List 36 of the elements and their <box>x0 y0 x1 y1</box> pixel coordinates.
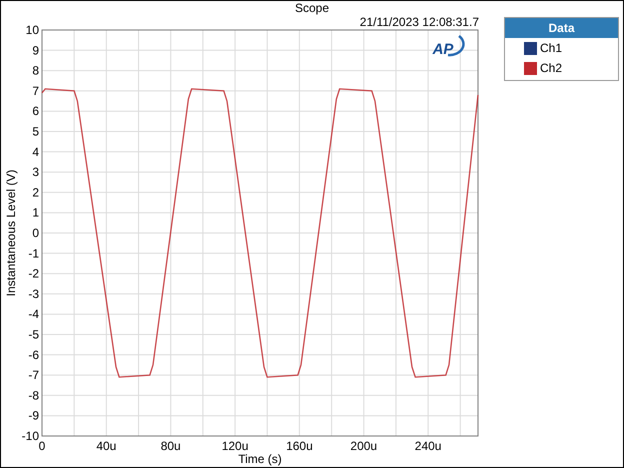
tick-label: 240u <box>414 439 442 453</box>
tick-label: 1 <box>32 206 39 220</box>
tick-label: -4 <box>28 307 39 322</box>
tick-label: -2 <box>28 266 39 281</box>
tick-label: 3 <box>32 165 39 180</box>
tick-label: 4 <box>32 144 39 159</box>
tick-label: 5 <box>32 124 39 138</box>
tick-label: 80u <box>160 439 181 453</box>
tick-label: 6 <box>32 104 39 118</box>
tick-label: -7 <box>28 368 39 382</box>
tick-label: 160u <box>286 439 313 453</box>
tick-label: -5 <box>28 328 39 342</box>
tick-label: 8 <box>32 64 39 78</box>
y-axis-title: Instantaneous Level (V) <box>4 170 18 296</box>
tick-label: 10 <box>26 23 39 37</box>
tick-label: 40u <box>96 439 116 453</box>
tick-label: 0 <box>32 226 39 240</box>
chart-title: Scope <box>294 1 330 15</box>
tick-label: 2 <box>32 185 39 200</box>
x-axis-title: Time (s) <box>238 452 282 466</box>
tick-label: 9 <box>32 43 39 58</box>
legend-label: Ch1 <box>540 40 562 57</box>
timestamp: 21/11/2023 12:08:31.7 <box>360 15 479 29</box>
tick-label: -10 <box>22 429 39 443</box>
legend-label: Ch2 <box>540 60 562 77</box>
tick-label: 7 <box>32 84 39 98</box>
tick-label: -6 <box>28 348 39 362</box>
tick-label: -1 <box>28 246 39 260</box>
logo: AP <box>432 35 465 58</box>
tick-label: -8 <box>28 388 39 402</box>
tick-label: 0 <box>38 439 46 453</box>
legend-title: Data <box>548 20 574 37</box>
tick-label: 120u <box>222 439 248 453</box>
tick-label: -3 <box>28 286 39 301</box>
tick-label: 200u <box>350 439 378 453</box>
tick-label: -9 <box>28 408 39 423</box>
